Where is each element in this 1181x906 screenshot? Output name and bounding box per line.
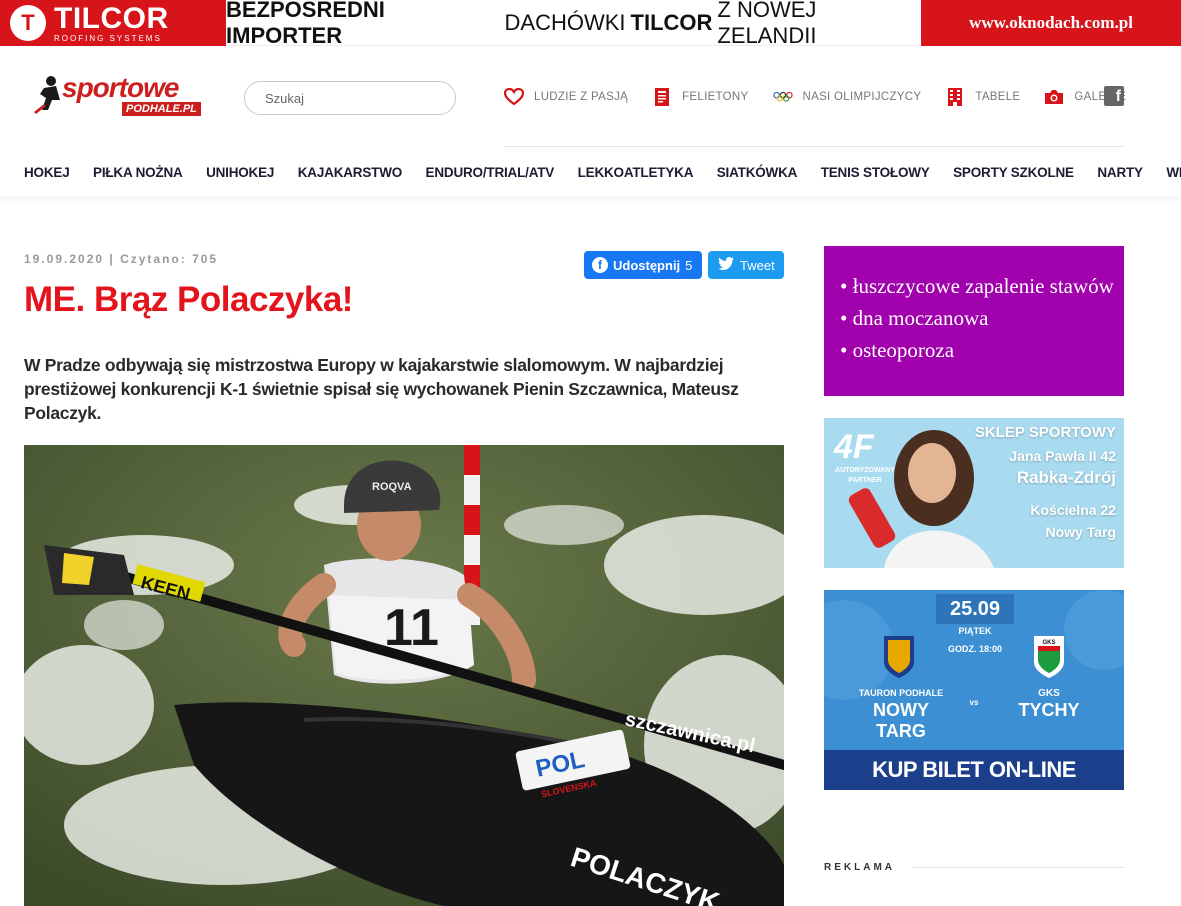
tweet-button[interactable]: Tweet (708, 251, 784, 279)
nav-kajakarstwo[interactable]: KAJAKARSTWO (298, 165, 403, 180)
topnav-nasi-olimpijczycy[interactable]: NASI OLIMPIJCZYCY (772, 87, 922, 107)
away-team-top: GKS (1038, 688, 1060, 699)
nav-lekkoatletyka[interactable]: LEKKOATLETYKA (578, 165, 694, 180)
logo-sub: PODHALE.PL (122, 102, 201, 116)
topnav-felietony[interactable]: FELIETONY (652, 87, 748, 107)
site-header: sportowe PODHALE.PL LUDZIE Z PASJĄ FELIE… (0, 46, 1181, 196)
home-team-top: TAURON PODHALE (858, 688, 944, 698)
nav-enduro[interactable]: ENDURO/TRIAL/ATV (426, 165, 555, 180)
helmet-brand: ROQVA (372, 481, 412, 493)
main-nav: HOKEJ PIŁKA NOŻNA UNIHOKEJ KAJAKARSTWO E… (24, 162, 1181, 182)
article-title: ME. Brąz Polaczyka! (24, 280, 353, 319)
facebook-share-button[interactable]: f Udostępnij 5 (584, 251, 702, 279)
importer-ad-text[interactable]: BEZPOŚREDNI IMPORTER DACHÓWKI TILCOR Z N… (226, 0, 921, 48)
4f-logo: 4F (834, 428, 874, 466)
share-label: Udostępnij (613, 257, 681, 273)
nav-tenis-stolowy[interactable]: TENIS STOŁOWY (821, 165, 930, 180)
reklama-label: REKLAMA (824, 862, 895, 873)
nav-sporty-szkolne[interactable]: SPORTY SZKOLNE (953, 165, 1074, 180)
top-banner-ad[interactable]: T TILCOR ROOFING SYSTEMS BEZPOŚREDNI IMP… (0, 0, 1181, 48)
match-day: PIĄTEK (958, 626, 992, 636)
shop-line-5: Nowy Targ (1045, 524, 1116, 540)
oknodach-link[interactable]: www.oknodach.com.pl (921, 0, 1181, 46)
ad-bullet-text: łuszczycowe zapalenie stawów (852, 274, 1114, 298)
importer-text-1: BEZPOŚREDNI IMPORTER (226, 0, 385, 48)
hockey-match-ad[interactable]: GKS 25.09 PIĄTEK GODZ. 18:00 TAURON PODH… (824, 590, 1124, 790)
nav-siatkowka[interactable]: SIATKÓWKA (717, 165, 798, 180)
reklama-divider (912, 867, 1124, 868)
buy-ticket-button[interactable]: KUP BILET ON-LINE (824, 750, 1124, 790)
tilcor-brand: TILCOR (54, 1, 169, 35)
article-photo: 11 ROQVA KEEN szczawnica.pl POL SLOVENSK… (24, 445, 784, 906)
away-badge-text: GKS (1042, 640, 1055, 646)
olympic-rings-icon (772, 87, 793, 107)
away-team-name: TYCHY (1018, 700, 1080, 720)
shop-line-4: Kościelna 22 (1030, 502, 1116, 518)
nav-hokej[interactable]: HOKEJ (24, 165, 70, 180)
match-time: GODZ. 18:00 (947, 644, 1003, 654)
tilcor-ad-block[interactable]: T TILCOR ROOFING SYSTEMS (0, 0, 226, 46)
ad-bullet: • łuszczycowe zapalenie stawów (840, 274, 1114, 298)
topnav-label: TABELE (975, 91, 1021, 103)
header-divider (504, 146, 1124, 147)
health-ad[interactable]: • łuszczycowe zapalenie stawów • dna moc… (824, 246, 1124, 396)
tilcor-logo-icon: T (10, 5, 46, 41)
topnav-label: NASI OLIMPIJCZYCY (802, 91, 922, 103)
4f-auth: AUTORYZOWANY PARTNER (835, 467, 895, 484)
nav-unihokej[interactable]: UNIHOKEJ (206, 165, 274, 180)
topnav-tabele[interactable]: TABELE (945, 87, 1020, 107)
nav-pilka-nozna[interactable]: PIŁKA NOŻNA (93, 165, 183, 180)
share-count: 5 (685, 257, 693, 273)
topnav-label: FELIETONY (682, 91, 749, 103)
importer-text-3: TILCOR (630, 9, 713, 35)
site-logo[interactable]: sportowe PODHALE.PL (34, 70, 214, 120)
importer-text-4: Z NOWEJ ZELANDII (717, 0, 817, 48)
top-nav: LUDZIE Z PASJĄ FELIETONY NASI OLIMPIJCZY… (504, 84, 1150, 110)
match-date: 25.09 (949, 598, 1001, 620)
article-meta: 19.09.2020 | Czytano: 705 (24, 252, 219, 266)
shop-line-2: Jana Pawła II 42 (1009, 448, 1116, 464)
tweet-label: Tweet (740, 257, 775, 273)
importer-text-2: DACHÓWKI (504, 9, 626, 35)
newspaper-icon (652, 87, 672, 107)
ad-bullet: • dna moczanowa (840, 306, 989, 330)
ad-bullet: • osteoporoza (840, 338, 955, 362)
heart-icon (504, 87, 524, 107)
article-lead: W Pradze odbywają się mistrzostwa Europy… (24, 355, 739, 423)
tilcor-sub: ROOFING SYSTEMS (54, 33, 162, 43)
shop-line-3: Rabka-Zdrój (1016, 468, 1116, 487)
twitter-bird-icon (718, 257, 734, 273)
shop-line-1: SKLEP SPORTOWY (974, 424, 1116, 441)
ad-bullet-text: dna moczanowa (852, 306, 989, 330)
home-team-name: NOWY TARG (873, 700, 929, 741)
topnav-label: LUDZIE Z PASJĄ (534, 91, 629, 103)
building-icon (945, 87, 965, 107)
facebook-icon: f (592, 257, 608, 273)
facebook-icon[interactable]: f (1104, 86, 1124, 106)
vs-label: vs (969, 698, 979, 707)
hockey-player-icon (34, 76, 60, 114)
nav-narty[interactable]: NARTY (1097, 165, 1143, 180)
camera-icon (1044, 87, 1064, 107)
sport-shop-ad[interactable]: 4F AUTORYZOWANY PARTNER SKLEP SPORTOWY J… (824, 418, 1124, 568)
search-input[interactable] (244, 81, 456, 115)
logo-text: sportowe (62, 72, 179, 103)
topnav-ludzie-z-pasja[interactable]: LUDZIE Z PASJĄ (504, 87, 628, 107)
nav-wiecej[interactable]: WIĘCEJ (1166, 165, 1181, 180)
ad-bullet-text: osteoporoza (852, 338, 955, 362)
kayaker-photo: 11 ROQVA KEEN szczawnica.pl POL SLOVENSK… (24, 445, 784, 906)
